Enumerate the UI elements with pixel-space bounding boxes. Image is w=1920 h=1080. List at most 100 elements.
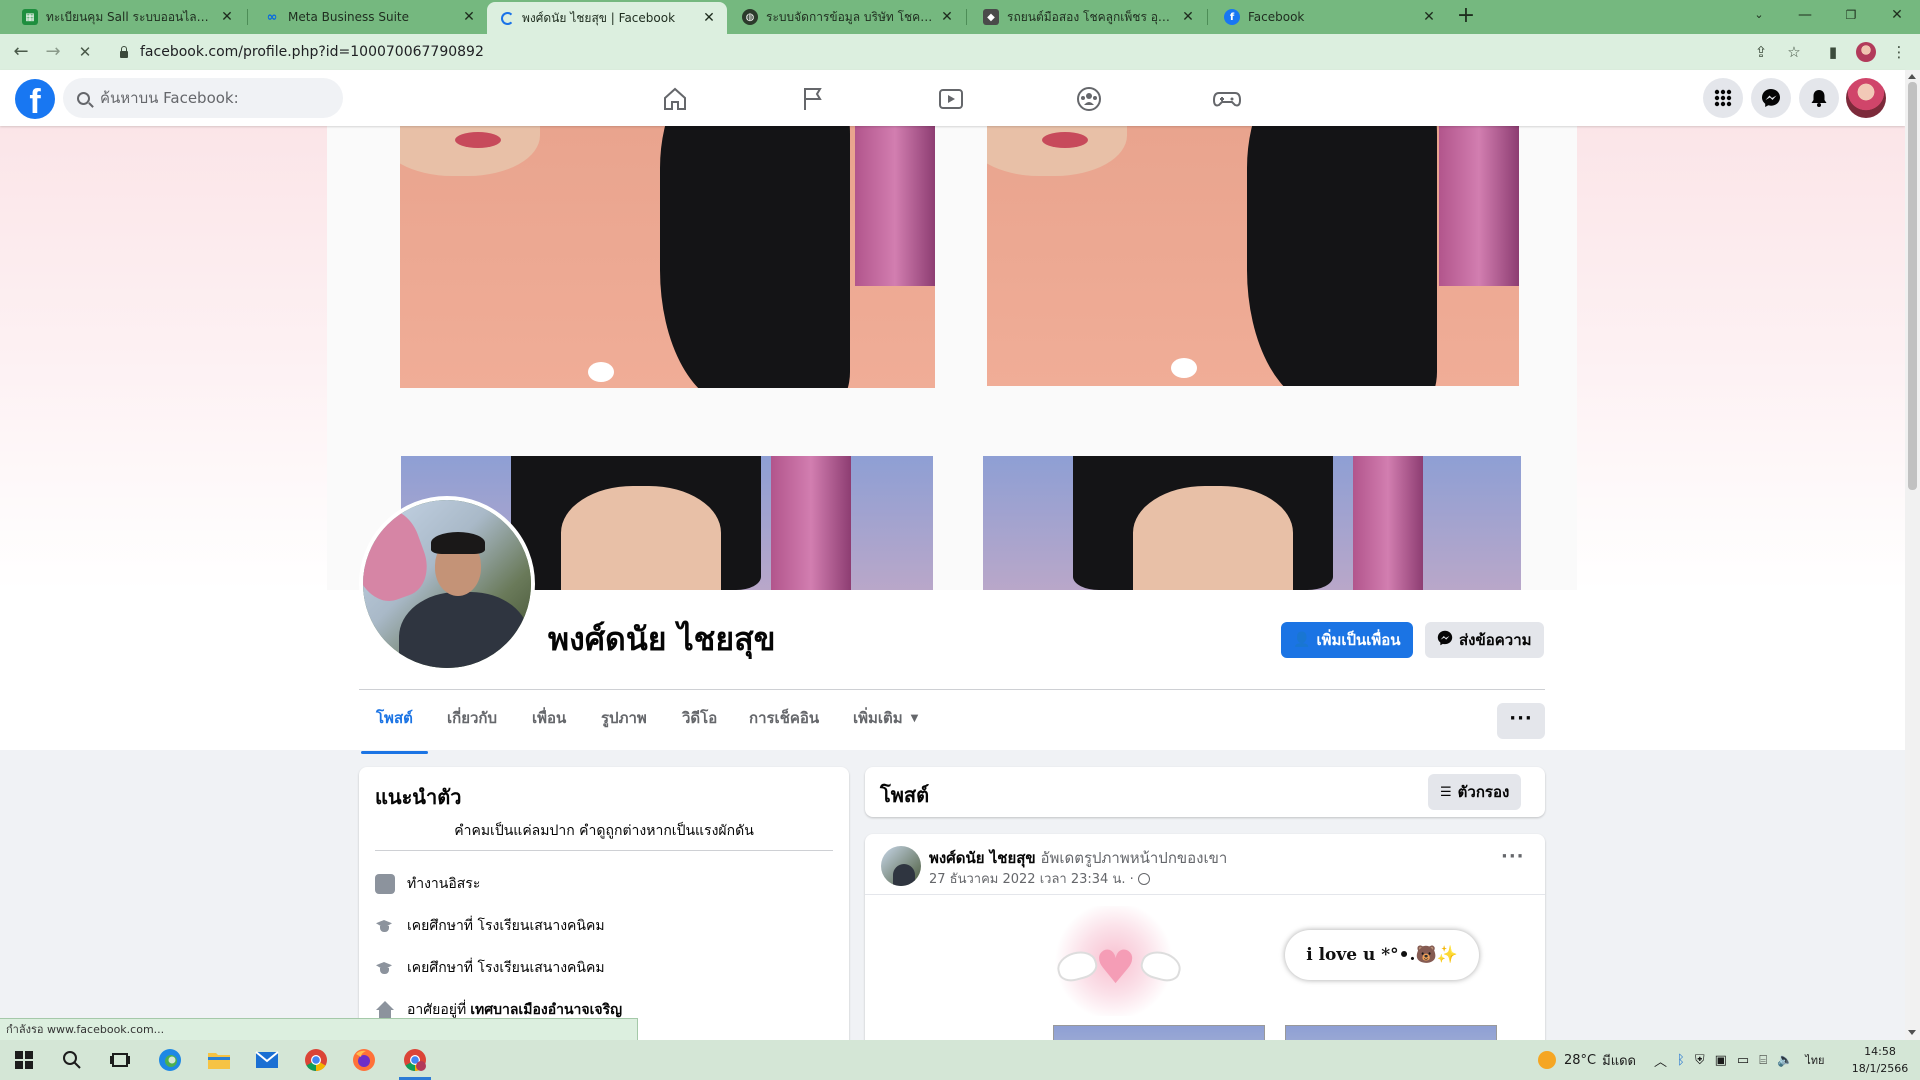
sheets-icon: ▦ bbox=[22, 9, 38, 25]
love-bubble-text: i love u *°•.🐻✨ bbox=[1285, 930, 1479, 980]
task-view-icon[interactable] bbox=[106, 1046, 134, 1074]
close-tab-icon[interactable]: ✕ bbox=[461, 9, 477, 25]
browser-tab-active[interactable]: พงศ์ดนัย ไชยสุข | Facebook ✕ bbox=[487, 2, 727, 34]
share-icon[interactable]: ⇪ bbox=[1751, 42, 1771, 62]
stop-loading-button[interactable]: ✕ bbox=[72, 39, 98, 65]
show-hidden-icons-chevron-icon[interactable]: ︿ bbox=[1654, 1051, 1667, 1070]
tab-more[interactable]: เพิ่มเติม ▼ bbox=[852, 696, 919, 740]
notifications-bell-icon[interactable] bbox=[1799, 78, 1839, 118]
browser-tab[interactable]: ◍ ระบบจัดการข้อมูล บริษัท โชคลูกเพ็ชร ✕ bbox=[728, 0, 965, 34]
close-tab-icon[interactable]: ✕ bbox=[701, 10, 717, 26]
chrome-profile-avatar[interactable] bbox=[1856, 42, 1876, 62]
firefox-icon[interactable] bbox=[350, 1046, 378, 1074]
bookmark-star-icon[interactable]: ☆ bbox=[1784, 42, 1804, 62]
send-message-button[interactable]: ส่งข้อความ bbox=[1425, 622, 1544, 658]
cover-photo-tile bbox=[983, 456, 1521, 590]
profile-name: พงศ์ดนัย ไชยสุข bbox=[548, 620, 776, 658]
tray-icons: ︿ ᛒ ⛨ ▣ ▭ ⌸ 🔈 ไทย bbox=[1654, 1040, 1824, 1080]
post-options-button[interactable]: ··· bbox=[1501, 846, 1525, 867]
intro-row-text[interactable]: เคยศึกษาที่ โรงเรียนเสนางคนิคม bbox=[407, 915, 605, 937]
edge-browser-icon[interactable] bbox=[156, 1046, 184, 1074]
messenger-icon[interactable] bbox=[1751, 78, 1791, 118]
tab-posts[interactable]: โพสต์ bbox=[361, 696, 428, 754]
close-tab-icon[interactable]: ✕ bbox=[219, 9, 235, 25]
tab-separator bbox=[1207, 9, 1208, 25]
filter-button[interactable]: ☰ ตัวกรอง bbox=[1428, 774, 1522, 810]
browser-tab[interactable]: ∞ Meta Business Suite ✕ bbox=[250, 0, 487, 34]
facebook-logo-icon[interactable]: f bbox=[15, 79, 55, 119]
scroll-up-arrow-icon[interactable] bbox=[1908, 74, 1916, 79]
tab-videos[interactable]: วิดีโอ bbox=[681, 696, 718, 740]
tab-photos[interactable]: รูปภาพ bbox=[600, 696, 648, 740]
account-avatar[interactable] bbox=[1846, 78, 1886, 118]
post-timestamp[interactable]: 27 ธันวาคม 2022 เวลา 23:34 น. · bbox=[929, 868, 1134, 889]
lock-icon[interactable] bbox=[118, 46, 130, 58]
address-bar[interactable]: facebook.com/profile.php?id=100070067790… bbox=[108, 37, 1798, 67]
nav-pages-flag-icon[interactable] bbox=[796, 82, 830, 116]
tab-title: Meta Business Suite bbox=[288, 10, 409, 24]
volume-icon[interactable]: 🔈 bbox=[1777, 1053, 1793, 1068]
forward-button[interactable]: → bbox=[40, 39, 66, 65]
minimize-button[interactable]: — bbox=[1782, 0, 1828, 30]
device-icon[interactable]: ▣ bbox=[1715, 1053, 1727, 1068]
profile-picture[interactable] bbox=[359, 496, 535, 672]
taskbar-clock[interactable]: 14:58 18/1/2566 bbox=[1850, 1043, 1910, 1077]
intro-row-text[interactable]: เคยศึกษาที่ โรงเรียนเสนางคนิคม bbox=[407, 957, 605, 979]
tab-search-chevron-icon[interactable]: ⌄ bbox=[1736, 0, 1782, 30]
profile-more-options-button[interactable]: ··· bbox=[1497, 703, 1545, 739]
close-tab-icon[interactable]: ✕ bbox=[1421, 9, 1437, 25]
taskbar-search-icon[interactable] bbox=[58, 1046, 86, 1074]
post-author-name[interactable]: พงศ์ดนัย ไชยสุข bbox=[929, 849, 1036, 867]
side-panel-icon[interactable]: ▮ bbox=[1823, 42, 1843, 62]
tab-checkins[interactable]: การเช็คอิน bbox=[748, 696, 820, 740]
browser-tab[interactable]: ▦ ทะเบียนคุม Sall ระบบออนไลน์.xlsx - G ✕ bbox=[8, 0, 245, 34]
cover-photo-tile bbox=[400, 126, 935, 388]
menu-grid-icon[interactable] bbox=[1703, 78, 1743, 118]
browser-tab[interactable]: f Facebook ✕ bbox=[1210, 0, 1447, 34]
close-tab-icon[interactable]: ✕ bbox=[1180, 9, 1196, 25]
input-language[interactable]: ไทย bbox=[1805, 1051, 1824, 1069]
tab-about[interactable]: เกี่ยวกับ bbox=[446, 696, 498, 740]
nav-watch-icon[interactable] bbox=[934, 82, 968, 116]
tab-separator bbox=[247, 9, 248, 25]
display-icon[interactable]: ▭ bbox=[1737, 1053, 1749, 1068]
add-friend-button[interactable]: 👤 เพิ่มเป็นเพื่อน bbox=[1281, 622, 1413, 658]
profile-picture-body bbox=[399, 592, 529, 668]
windows-start-icon[interactable] bbox=[10, 1046, 38, 1074]
nav-home-icon[interactable] bbox=[658, 82, 692, 116]
close-tab-icon[interactable]: ✕ bbox=[939, 9, 955, 25]
page-scrollbar[interactable] bbox=[1905, 70, 1920, 1040]
cover-hair bbox=[660, 126, 850, 388]
restore-button[interactable]: ❐ bbox=[1828, 0, 1874, 30]
tab-friends[interactable]: เพื่อน bbox=[531, 696, 567, 740]
post-author-avatar[interactable] bbox=[881, 846, 921, 886]
file-explorer-icon[interactable] bbox=[205, 1046, 233, 1074]
browser-tabstrip: ▦ ทะเบียนคุม Sall ระบบออนไลน์.xlsx - G ✕… bbox=[0, 0, 1920, 34]
tab-title: พงศ์ดนัย ไชยสุข | Facebook bbox=[522, 10, 676, 25]
weather-widget[interactable]: 28°C มีแดด bbox=[1538, 1040, 1636, 1080]
new-tab-button[interactable]: + bbox=[1453, 4, 1479, 30]
facebook-icon: f bbox=[1224, 9, 1240, 25]
mail-icon[interactable] bbox=[253, 1046, 281, 1074]
cover-button-detail bbox=[1171, 358, 1197, 378]
intro-divider bbox=[375, 850, 833, 851]
chrome-icon[interactable] bbox=[302, 1046, 330, 1074]
nav-gaming-icon[interactable] bbox=[1210, 82, 1244, 116]
scrollbar-thumb[interactable] bbox=[1908, 82, 1917, 490]
back-button[interactable]: ← bbox=[8, 39, 34, 65]
bluetooth-icon[interactable]: ᛒ bbox=[1677, 1053, 1685, 1068]
network-icon[interactable]: ⌸ bbox=[1759, 1053, 1767, 1068]
nav-groups-icon[interactable] bbox=[1072, 82, 1106, 116]
security-shield-icon[interactable]: ⛨ bbox=[1695, 1053, 1705, 1068]
browser-tab[interactable]: ◆ รถยนต์มือสอง โชคลูกเพ็ชร อุดรธานี ✕ bbox=[969, 0, 1206, 34]
cover-curtain bbox=[771, 456, 851, 590]
chrome-menu-icon[interactable]: ⋮ bbox=[1889, 42, 1909, 62]
facebook-search-input[interactable]: ค้นหาบน Facebook: bbox=[63, 78, 343, 118]
chrome-profile-taskbar-icon[interactable] bbox=[399, 1046, 431, 1080]
scroll-down-arrow-icon[interactable] bbox=[1908, 1030, 1916, 1035]
cover-curtain bbox=[1439, 126, 1519, 286]
caret-down-icon: ▼ bbox=[910, 712, 919, 724]
url-text[interactable]: facebook.com/profile.php?id=100070067790… bbox=[140, 44, 484, 60]
close-window-button[interactable]: ✕ bbox=[1874, 0, 1920, 30]
cover-face bbox=[561, 486, 721, 590]
